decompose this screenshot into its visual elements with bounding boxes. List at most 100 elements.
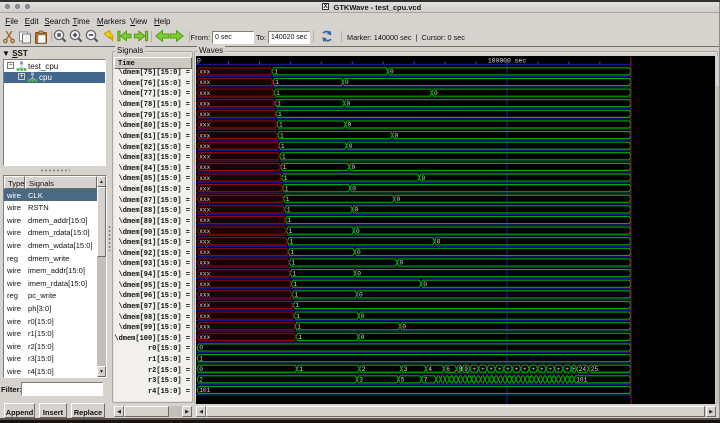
svg-text:xxx: xxx (199, 100, 210, 107)
svg-text:1: 1 (292, 270, 296, 277)
svg-text:101: 101 (199, 387, 210, 394)
svg-text:+: + (506, 366, 510, 373)
svg-text:0: 0 (357, 249, 361, 256)
svg-text:xxx: xxx (199, 249, 210, 256)
svg-text:1: 1 (283, 164, 287, 171)
svg-text:0: 0 (395, 132, 399, 139)
svg-text:xxx: xxx (199, 111, 210, 118)
svg-text:+: + (565, 366, 569, 373)
svg-text:xxx: xxx (199, 281, 210, 288)
svg-text:+: + (572, 366, 576, 373)
svg-text:0: 0 (348, 122, 352, 129)
svg-text:1: 1 (298, 334, 302, 341)
svg-text:xxx: xxx (199, 238, 210, 245)
svg-text:xxx: xxx (199, 69, 210, 76)
svg-text:101: 101 (576, 377, 587, 384)
svg-text:+: + (472, 366, 476, 373)
svg-text:1: 1 (278, 111, 282, 118)
svg-text:1: 1 (294, 292, 298, 299)
svg-text:xxx: xxx (199, 270, 210, 277)
svg-text:xxx: xxx (199, 185, 210, 192)
svg-text:0: 0 (352, 164, 356, 171)
svg-text:0: 0 (390, 69, 394, 76)
svg-text:xxx: xxx (199, 260, 210, 267)
svg-text:1: 1 (292, 260, 296, 267)
svg-text:0: 0 (361, 313, 365, 320)
svg-text:2: 2 (199, 377, 203, 384)
svg-text:1: 1 (297, 323, 301, 330)
svg-text:9: 9 (464, 366, 468, 373)
svg-text:xxx: xxx (199, 175, 210, 182)
svg-text:1: 1 (275, 79, 279, 86)
svg-text:0: 0 (345, 79, 349, 86)
svg-text:1: 1 (291, 249, 295, 256)
svg-text:1: 1 (282, 154, 286, 161)
svg-text:4: 4 (428, 366, 432, 373)
svg-text:1: 1 (280, 132, 284, 139)
svg-text:xxx: xxx (199, 313, 210, 320)
svg-text:1: 1 (286, 196, 290, 203)
svg-text:6: 6 (446, 366, 450, 373)
svg-text:xxx: xxx (199, 132, 210, 139)
svg-text:0: 0 (434, 90, 438, 97)
svg-text:1: 1 (295, 302, 299, 309)
svg-text:1: 1 (293, 281, 297, 288)
svg-text:1: 1 (284, 175, 288, 182)
svg-text:0: 0 (199, 345, 203, 352)
svg-text:xxx: xxx (199, 292, 210, 299)
svg-text:+: + (523, 366, 527, 373)
svg-text:1: 1 (290, 238, 294, 245)
svg-text:5: 5 (401, 377, 405, 384)
svg-text:1: 1 (281, 143, 285, 150)
svg-text:xxx: xxx (199, 122, 210, 129)
svg-text:0: 0 (197, 58, 201, 65)
svg-text:2: 2 (362, 366, 366, 373)
svg-text:xxx: xxx (199, 217, 210, 224)
svg-text:xxx: xxx (199, 143, 210, 150)
svg-text:+: + (557, 366, 561, 373)
svg-text:1: 1 (279, 122, 283, 129)
svg-text:0: 0 (361, 334, 365, 341)
svg-text:1: 1 (276, 90, 280, 97)
svg-text:1: 1 (296, 313, 300, 320)
svg-text:7: 7 (424, 377, 428, 384)
svg-text:xxx: xxx (199, 164, 210, 171)
svg-text:+: + (481, 366, 485, 373)
svg-text:+: + (548, 366, 552, 373)
svg-text:1: 1 (299, 366, 303, 373)
svg-text:0: 0 (349, 143, 353, 150)
svg-text:1: 1 (199, 355, 203, 362)
svg-text:3: 3 (359, 377, 363, 384)
svg-text:+: + (540, 366, 544, 373)
svg-text:+: + (515, 366, 519, 373)
svg-text:0: 0 (352, 185, 356, 192)
svg-text:0: 0 (397, 196, 401, 203)
svg-text:1: 1 (289, 228, 293, 235)
svg-text:xxx: xxx (199, 196, 210, 203)
svg-text:0: 0 (422, 175, 426, 182)
svg-text:xxx: xxx (199, 90, 210, 97)
svg-text:+: + (532, 366, 536, 373)
svg-text:0: 0 (357, 270, 361, 277)
svg-text:0: 0 (355, 207, 359, 214)
svg-text:xxx: xxx (199, 207, 210, 214)
svg-text:0: 0 (359, 292, 363, 299)
svg-text:0: 0 (423, 281, 427, 288)
svg-text:0: 0 (347, 100, 351, 107)
svg-text:8: 8 (459, 366, 463, 373)
svg-text:0: 0 (199, 366, 203, 373)
svg-text:0: 0 (356, 228, 360, 235)
svg-text:0: 0 (437, 238, 441, 245)
svg-text:xxx: xxx (199, 323, 210, 330)
svg-text:xxx: xxx (199, 228, 210, 235)
svg-text:100000 sec: 100000 sec (488, 58, 527, 65)
svg-text:+: + (489, 366, 493, 373)
svg-text:25: 25 (591, 366, 599, 373)
svg-text:3: 3 (404, 366, 408, 373)
svg-text:0: 0 (402, 323, 406, 330)
svg-text:1: 1 (277, 100, 281, 107)
svg-text:1: 1 (274, 69, 278, 76)
svg-text:xxx: xxx (199, 79, 210, 86)
svg-text:xxx: xxx (199, 302, 210, 309)
svg-text:1: 1 (287, 207, 291, 214)
